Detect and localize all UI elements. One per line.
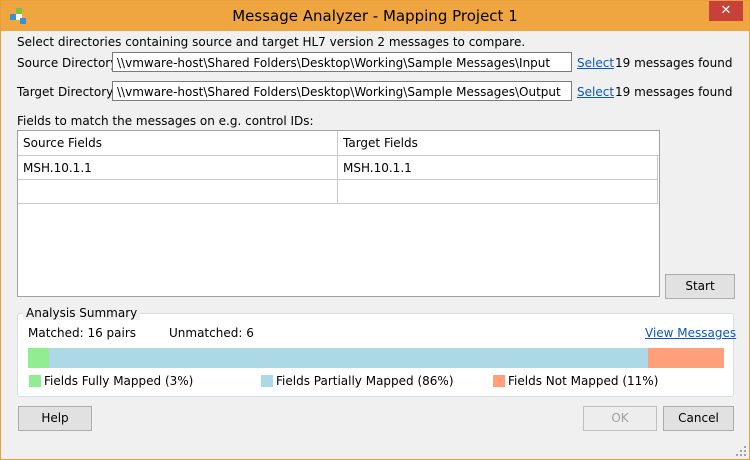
target-select-link[interactable]: Select — [577, 85, 614, 99]
bar-segment-not-mapped — [648, 348, 724, 368]
target-directory-input[interactable]: \\vmware-host\Shared Folders\Desktop\Wor… — [112, 81, 572, 101]
mapping-dialog: Message Analyzer - Mapping Project 1 ✕ S… — [0, 0, 750, 460]
grid-header: Source Fields Target Fields — [18, 131, 659, 156]
source-message-count: 19 messages found — [615, 56, 733, 70]
analysis-summary-label: Analysis Summary — [23, 306, 141, 320]
grid-cell-target[interactable] — [338, 180, 658, 204]
matched-count: Matched: 16 pairs — [28, 326, 137, 340]
ok-button[interactable]: OK — [583, 406, 657, 431]
column-header-target[interactable]: Target Fields — [338, 131, 659, 155]
target-message-count: 19 messages found — [615, 85, 733, 99]
fields-caption: Fields to match the messages on e.g. con… — [17, 114, 314, 128]
column-header-source[interactable]: Source Fields — [18, 131, 338, 155]
field-mapping-grid[interactable]: Source Fields Target Fields MSH.10.1.1 M… — [17, 130, 660, 297]
help-button[interactable]: Help — [18, 406, 92, 431]
grid-cell-target[interactable]: MSH.10.1.1 — [338, 156, 658, 180]
source-directory-input[interactable]: \\vmware-host\Shared Folders\Desktop\Wor… — [112, 52, 572, 72]
bar-segment-fully-mapped — [28, 348, 49, 368]
legend-partially-mapped: Fields Partially Mapped (86%) — [276, 374, 454, 388]
source-directory-label: Source Directory: — [17, 56, 121, 70]
source-select-link[interactable]: Select — [577, 56, 614, 70]
view-messages-link[interactable]: View Messages — [645, 326, 736, 340]
legend-swatch-not — [493, 375, 505, 387]
resize-grip-icon[interactable] — [736, 446, 746, 456]
bar-segment-partially-mapped — [49, 348, 648, 368]
grid-cell-source[interactable]: MSH.10.1.1 — [18, 156, 338, 180]
grid-cell-source[interactable] — [18, 180, 338, 204]
close-button[interactable]: ✕ — [709, 1, 743, 21]
cancel-button[interactable]: Cancel — [663, 406, 734, 431]
legend-not-mapped: Fields Not Mapped (11%) — [508, 374, 659, 388]
title-bar[interactable]: Message Analyzer - Mapping Project 1 ✕ — [1, 1, 749, 31]
window-title: Message Analyzer - Mapping Project 1 — [232, 7, 518, 25]
instructions-text: Select directories containing source and… — [17, 35, 526, 49]
start-button[interactable]: Start — [665, 274, 735, 299]
unmatched-count: Unmatched: 6 — [169, 326, 254, 340]
legend-swatch-partially — [261, 375, 273, 387]
legend-swatch-fully — [29, 375, 41, 387]
target-directory-label: Target Directory: — [17, 85, 117, 99]
close-icon: ✕ — [720, 3, 732, 18]
legend-fully-mapped: Fields Fully Mapped (3%) — [44, 374, 194, 388]
